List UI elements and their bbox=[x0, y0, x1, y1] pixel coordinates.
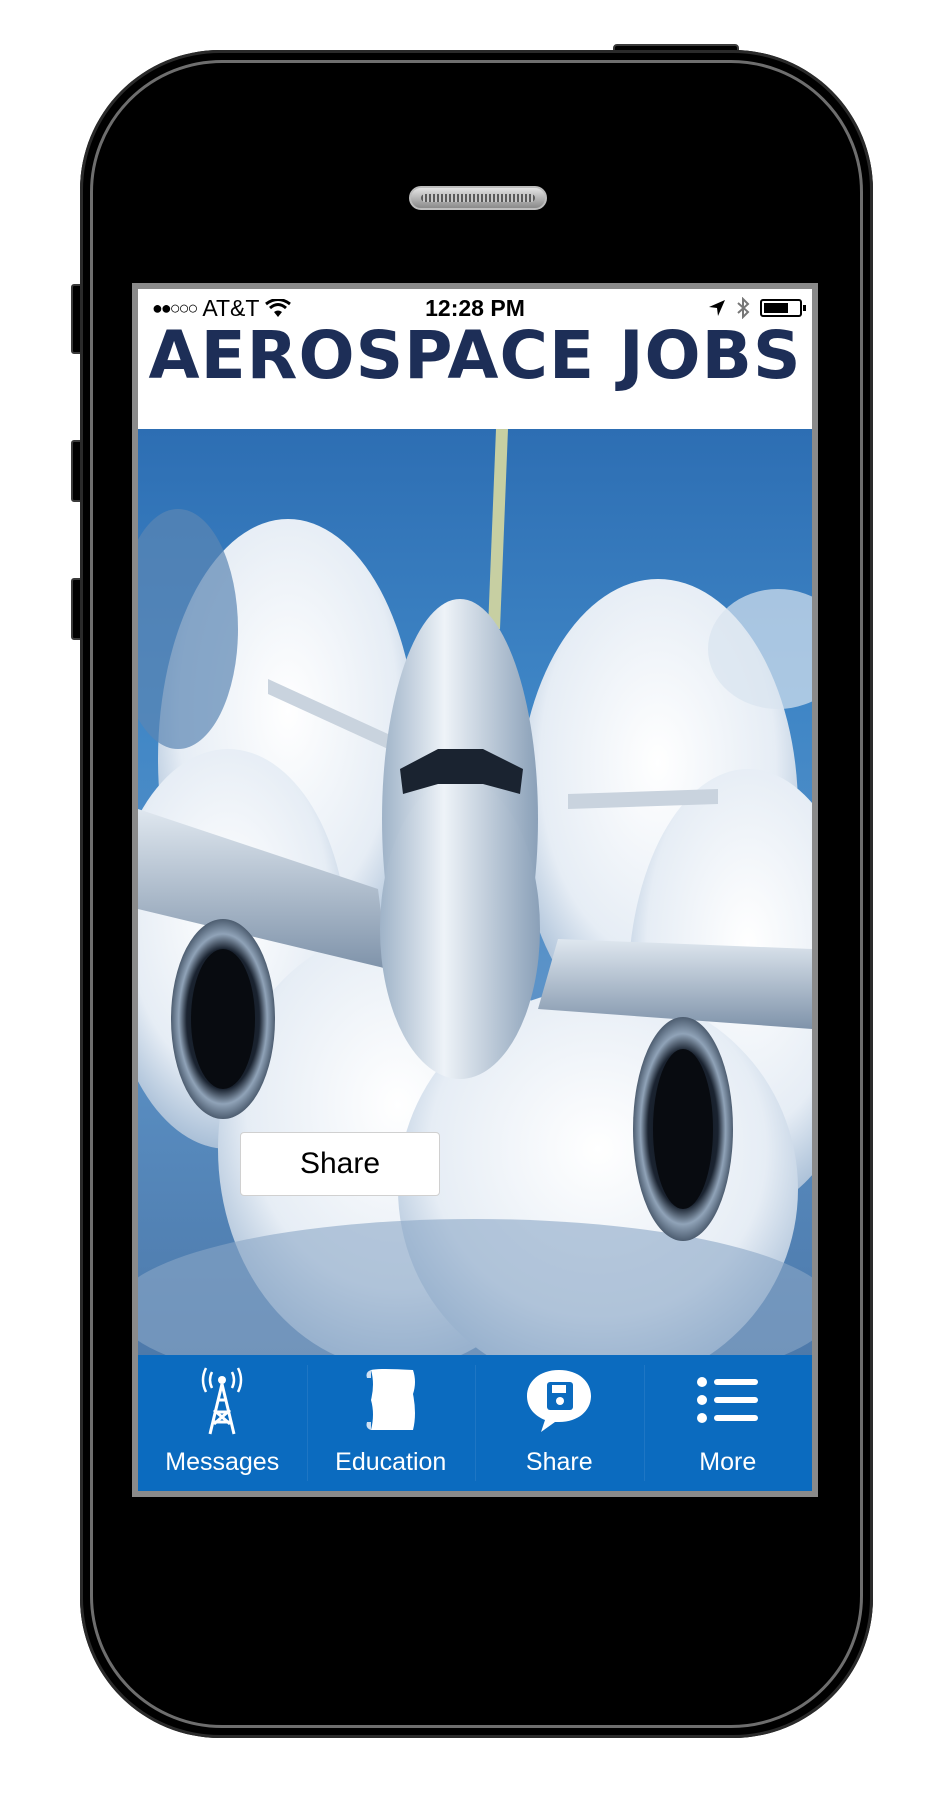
tab-education[interactable]: Education bbox=[306, 1355, 476, 1491]
tab-more[interactable]: More bbox=[643, 1355, 813, 1491]
share-disk-bubble-icon bbox=[527, 1370, 592, 1432]
earpiece-speaker bbox=[409, 186, 547, 210]
hero-image bbox=[138, 429, 812, 1359]
app-screen: ●●○○○ AT&T 12:28 PM AEROSPACE JOBS Messa… bbox=[132, 283, 818, 1497]
bluetooth-icon bbox=[737, 297, 750, 319]
tab-label: Messages bbox=[165, 1448, 280, 1476]
scroll-icon bbox=[366, 1369, 415, 1430]
status-right bbox=[708, 297, 806, 319]
left-engine bbox=[171, 919, 275, 1119]
tab-label: Share bbox=[525, 1448, 593, 1476]
radio-tower-icon bbox=[202, 1367, 243, 1435]
stage: ●●○○○ AT&T 12:28 PM AEROSPACE JOBS Messa… bbox=[0, 0, 952, 1804]
airplane-illustration bbox=[138, 429, 812, 1359]
right-engine bbox=[633, 1017, 733, 1241]
battery-icon bbox=[760, 299, 806, 317]
tab-label: Education bbox=[335, 1448, 447, 1476]
tab-bar: Messages Education Share More bbox=[138, 1355, 812, 1491]
list-icon bbox=[696, 1377, 758, 1423]
app-title: AEROSPACE JOBS bbox=[148, 317, 802, 394]
tab-messages[interactable]: Messages bbox=[138, 1355, 307, 1491]
share-button[interactable]: Share bbox=[240, 1132, 440, 1196]
tab-label: More bbox=[699, 1448, 757, 1476]
location-arrow-icon bbox=[709, 300, 725, 316]
tab-share[interactable]: Share bbox=[475, 1355, 644, 1491]
